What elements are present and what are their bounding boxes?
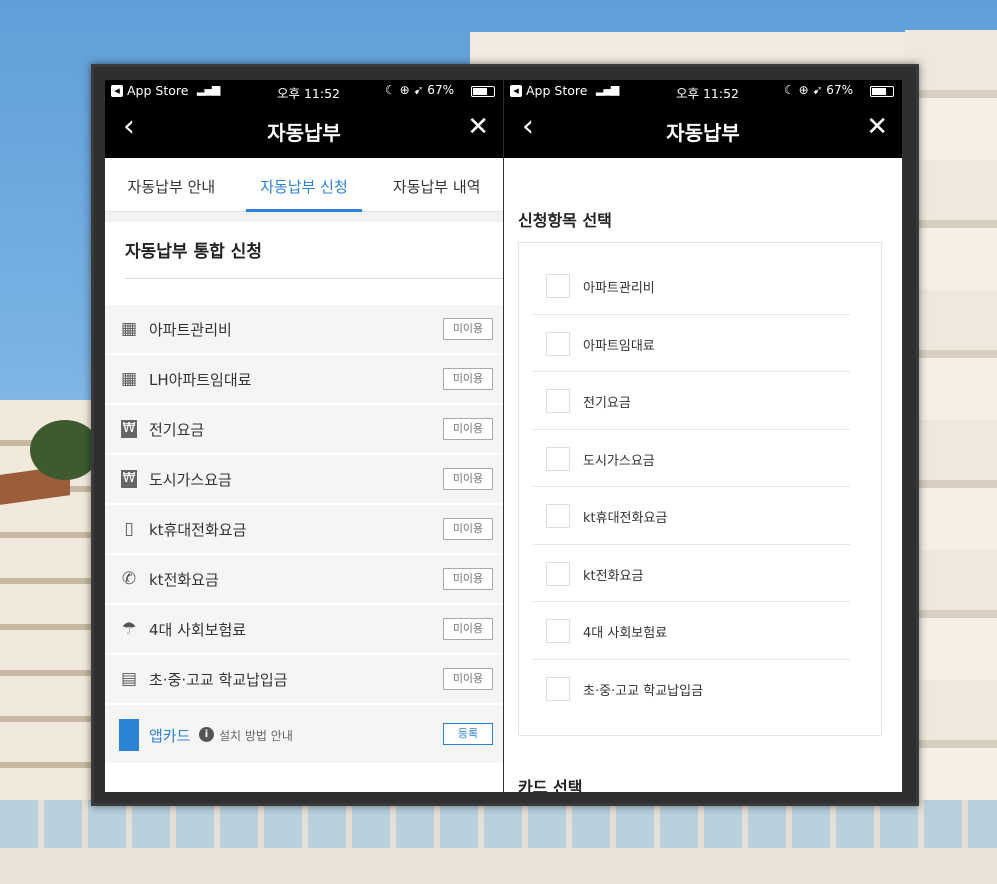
building-icon: ▦ [120,369,138,389]
status-badge[interactable]: 미이용 [443,568,493,590]
list-item[interactable]: ₩ 전기요금 미이용 [105,405,503,453]
checkbox-item[interactable]: 도시가스요금 [532,430,850,487]
list-item-label: kt전화요금 [149,571,219,589]
building-icon: ▦ [120,319,138,339]
status-badge[interactable]: 미이용 [443,318,493,340]
telephone-icon: ✆ [121,569,137,589]
checkbox-label: 도시가스요금 [583,453,655,469]
checkbox[interactable] [546,561,570,586]
list-item[interactable]: ▦ 아파트관리비 미이용 [105,305,503,353]
checkbox-item[interactable]: 아파트관리비 [532,257,850,315]
list-item[interactable]: ▤ 초·중·고교 학교납입금 미이용 [105,655,503,703]
status-time: 오후 11:52 [277,86,340,101]
info-icon[interactable]: i [199,727,214,742]
checkbox-label: 아파트임대료 [583,338,655,354]
list-item-label: 4대 사회보험료 [149,621,247,639]
checkbox-label: kt전화요금 [583,568,644,584]
phone-screen-left: ◂ App Store ▂▄▆ 오후 11:52 ☾ ⊕ ➹ 67% ‹ 자동납… [105,80,503,792]
back-app-label[interactable]: App Store [526,83,587,98]
checkbox[interactable] [546,504,570,528]
appcard-label: 앱카드 [149,727,191,745]
section-title: 신청항목 선택 [518,211,612,230]
list-item-label: 아파트관리비 [149,321,232,339]
status-bar: ◂ App Store ▂▄▆ 오후 11:52 ☾ ⊕ ➹ 67% [105,80,503,102]
list-item[interactable]: ✆ kt전화요금 미이용 [105,555,503,603]
back-app-icon[interactable]: ◂ [510,85,522,97]
list-item[interactable]: ☂ 4대 사회보험료 미이용 [105,605,503,653]
signal-icon: ▂▄▆ [197,83,220,96]
checkbox-label: 초·중·고교 학교납입금 [583,683,704,699]
nav-bar: ‹ 자동납부 ✕ [105,102,503,158]
checkbox-item[interactable]: 4대 사회보험료 [532,602,850,660]
checkbox[interactable] [546,274,570,298]
tab-bar: 자동납부 안내 자동납부 신청 자동납부 내역 [105,158,503,212]
section-title: 자동납부 통합 신청 [125,242,262,262]
list-item-label: 도시가스요금 [149,471,232,489]
list-item[interactable]: ▦ LH아파트임대료 미이용 [105,355,503,403]
battery-icon [870,86,894,97]
appcard-row[interactable]: 앱카드 i 설치 방법 안내 등록 [105,705,503,763]
checkbox[interactable] [546,619,570,643]
tree [30,420,100,480]
checkbox[interactable] [546,446,570,471]
checkbox[interactable] [546,331,570,356]
checkbox-item[interactable]: 아파트임대료 [532,315,850,372]
phone-screen-right: ◂ App Store ▂▄▆ 오후 11:52 ☾ ⊕ ➹ 67% ‹ 자동납… [504,80,902,792]
list-item-label: kt휴대전화요금 [149,521,247,539]
status-badge[interactable]: 미이용 [443,518,493,540]
checkbox-item[interactable]: kt전화요금 [532,545,850,602]
status-bar: ◂ App Store ▂▄▆ 오후 11:52 ☾ ⊕ ➹ 67% [504,80,902,102]
gas-bill-icon: ₩ [121,470,137,488]
checkbox[interactable] [546,676,570,701]
checkbox-item[interactable]: 초·중·고교 학교납입금 [532,660,850,718]
ground [0,848,997,884]
list-item[interactable]: ₩ 도시가스요금 미이용 [105,455,503,503]
page-title: 자동납부 [666,121,740,145]
status-icons: ☾ ⊕ ➹ 67% [385,83,454,97]
status-badge[interactable]: 미이용 [443,368,493,390]
register-button[interactable]: 등록 [443,723,493,745]
list-item-label: 초·중·고교 학교납입금 [149,671,288,689]
checkbox-group: 아파트관리비 아파트임대료 전기요금 도시가스요금 kt휴대전화요금 kt전화요… [518,242,882,736]
back-app-label[interactable]: App Store [127,83,188,98]
checkbox-label: kt휴대전화요금 [583,511,668,526]
checkbox-label: 4대 사회보험료 [583,626,668,641]
tab-guide[interactable]: 자동납부 안내 [105,158,238,211]
status-badge[interactable]: 미이용 [443,618,493,640]
list-item-label: LH아파트임대료 [149,371,252,389]
status-badge[interactable]: 미이용 [443,468,493,490]
list-item-label: 전기요금 [149,421,205,439]
tab-apply[interactable]: 자동납부 신청 [238,158,371,212]
umbrella-won-icon: ☂ [121,619,137,639]
back-app-icon[interactable]: ◂ [111,85,123,97]
next-section-title: 카드 선택 [518,778,583,792]
school-doc-icon: ▤ [120,669,138,689]
checkbox-label: 아파트관리비 [583,281,655,296]
status-time: 오후 11:52 [676,86,739,101]
close-icon[interactable]: ✕ [866,114,888,140]
list-item[interactable]: ▯ kt휴대전화요금 미이용 [105,505,503,553]
close-icon[interactable]: ✕ [467,114,489,140]
page-title: 자동납부 [267,121,341,145]
screenshot-frame: ◂ App Store ▂▄▆ 오후 11:52 ☾ ⊕ ➹ 67% ‹ 자동납… [91,64,919,806]
tab-history[interactable]: 자동납부 내역 [370,158,503,211]
nav-bar: ‹ 자동납부 ✕ [504,102,902,158]
checkbox-item[interactable]: 전기요금 [532,372,850,430]
checkbox-item[interactable]: kt휴대전화요금 [532,487,850,545]
install-guide-link[interactable]: 설치 방법 안내 [219,727,293,744]
mobile-phone-icon: ▯ [124,519,134,539]
checkbox-label: 전기요금 [583,396,631,411]
status-badge[interactable]: 미이용 [443,668,493,690]
checkbox[interactable] [546,389,570,413]
appcard-icon [119,719,139,751]
battery-icon [471,86,495,97]
electric-bill-icon: ₩ [121,420,137,438]
divider-band [105,212,503,222]
payment-list: ▦ 아파트관리비 미이용 ▦ LH아파트임대료 미이용 ₩ 전기요금 미이용 ₩… [105,305,503,763]
status-icons: ☾ ⊕ ➹ 67% [784,83,853,97]
signal-icon: ▂▄▆ [596,83,619,96]
divider [125,278,503,279]
status-badge[interactable]: 미이용 [443,418,493,440]
